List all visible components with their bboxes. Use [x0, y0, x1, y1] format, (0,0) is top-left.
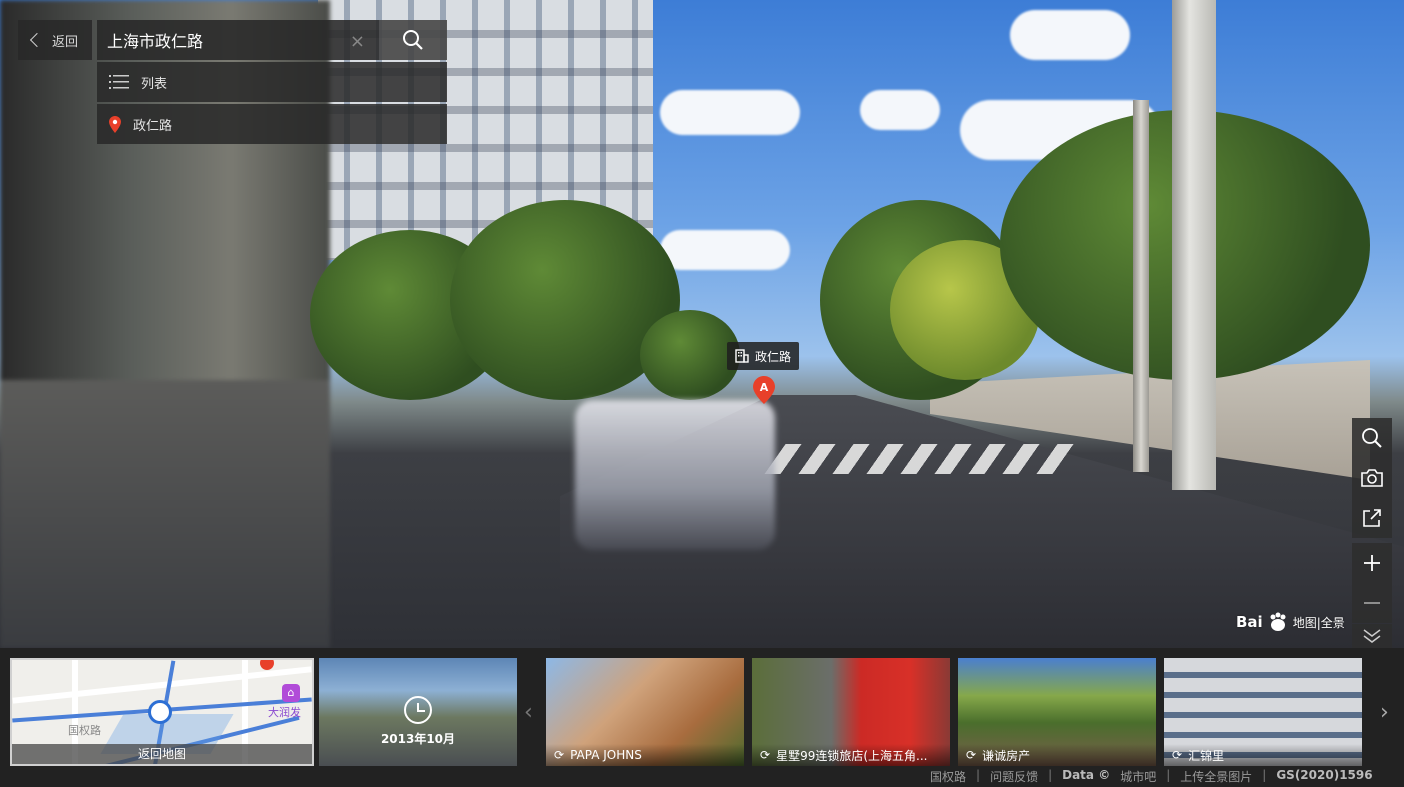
pano-360-icon: ⟳ — [554, 748, 565, 762]
sky-cloud — [860, 90, 940, 130]
list-label: 列表 — [141, 76, 168, 92]
nearby-panorama-thumbnail[interactable]: ⟳ 谦诚房产 — [958, 658, 1156, 766]
utility-pole — [1172, 0, 1216, 490]
history-panorama-thumbnail[interactable]: 2013年10月 — [319, 658, 517, 766]
footer-link-citybar[interactable]: 城市吧 — [1120, 768, 1156, 785]
divider: | — [1048, 768, 1053, 782]
current-position-icon — [148, 700, 172, 724]
map-street — [12, 666, 312, 704]
camera-button[interactable] — [1352, 458, 1392, 498]
thumbnail-title: 汇锦里 — [1188, 748, 1225, 763]
return-map-label: 返回地图 — [12, 744, 312, 764]
poi-marker-label[interactable]: 政仁路 — [727, 342, 800, 370]
share-button[interactable] — [1352, 498, 1392, 538]
camera-icon — [1361, 469, 1383, 487]
search-box: × — [97, 20, 379, 60]
pano-360-icon: ⟳ — [760, 748, 771, 762]
thumbnail-label: ⟳ PAPA JOHNS — [546, 744, 744, 766]
nearby-panorama-thumbnail[interactable]: ⟳ 汇锦里 — [1164, 658, 1362, 766]
prev-thumbnails-button[interactable]: ‹ — [524, 700, 533, 725]
divider: | — [1262, 768, 1267, 782]
back-label: 返回 — [51, 34, 78, 50]
zoom-out-button[interactable] — [1352, 583, 1392, 623]
map-poi-label: 大润发 — [268, 706, 301, 719]
thumbnail-label: ⟳ 星墅99连锁旅店(上海五角... — [752, 744, 950, 766]
shopping-bag-icon: ⌂ — [282, 684, 300, 702]
history-overlay: 2013年10月 — [319, 696, 517, 747]
footer-data-credit: Data © — [1062, 768, 1111, 782]
search-icon — [403, 30, 423, 50]
baidu-logo: Bai 地图|全景 — [1236, 612, 1345, 632]
map-street-label: 国权路 — [68, 724, 101, 737]
back-button[interactable]: 返回 — [18, 20, 92, 60]
logo-suffix: 地图|全景 — [1292, 615, 1345, 630]
search-button[interactable] — [379, 20, 447, 60]
tree — [640, 310, 740, 400]
map-marker-icon — [260, 660, 274, 670]
chevron-left-icon — [29, 32, 45, 48]
divider: | — [976, 768, 981, 782]
return-to-map-thumbnail[interactable]: ⌂ 大润发 国权路 返回地图 — [10, 658, 314, 766]
history-date: 2013年10月 — [380, 732, 456, 746]
search-nearby-button[interactable] — [1352, 418, 1392, 458]
pano-360-icon: ⟳ — [966, 748, 977, 762]
double-chevron-down-icon — [1363, 629, 1381, 643]
list-icon — [109, 75, 129, 89]
paw-icon — [1270, 612, 1286, 631]
result-label: 政仁路 — [133, 118, 173, 134]
building-icon — [735, 349, 749, 363]
footer-link-street[interactable]: 国权路 — [930, 768, 966, 785]
thumbnail-title: PAPA JOHNS — [570, 748, 642, 762]
divider: | — [1166, 768, 1171, 782]
clear-search-button[interactable]: × — [350, 31, 365, 52]
footer-links: 国权路 | 问题反馈 | Data © 城市吧 | 上传全景图片 | GS(20… — [930, 768, 1373, 785]
footer-license: GS(2020)1596 — [1276, 768, 1373, 782]
collapse-strip-button[interactable] — [1352, 624, 1392, 648]
marker-letter: A — [760, 381, 769, 394]
location-pin-icon — [109, 115, 121, 133]
search-input[interactable] — [107, 30, 337, 50]
footer-link-upload[interactable]: 上传全景图片 — [1180, 768, 1252, 785]
nearby-panorama-thumbnail[interactable]: ⟳ 星墅99连锁旅店(上海五角... — [752, 658, 950, 766]
result-item[interactable]: 政仁路 — [97, 104, 447, 144]
clock-icon — [404, 696, 432, 724]
sky-cloud — [660, 90, 800, 135]
thumbnail-title: 谦诚房产 — [982, 748, 1031, 763]
sky-cloud — [660, 230, 790, 270]
logo-brand: Bai — [1236, 613, 1263, 631]
marker-pin-icon[interactable]: A — [753, 376, 775, 404]
blurred-car — [575, 400, 775, 550]
thumbnail-label: ⟳ 汇锦里 — [1164, 744, 1362, 766]
minus-icon — [1364, 602, 1380, 604]
search-icon — [1362, 428, 1382, 448]
poi-label-text: 政仁路 — [755, 349, 792, 364]
pano-360-icon: ⟳ — [1172, 748, 1183, 762]
nearby-panorama-thumbnail[interactable]: ⟳ PAPA JOHNS — [546, 658, 744, 766]
list-toggle[interactable]: 列表 — [97, 62, 447, 102]
thumbnail-label: ⟳ 谦诚房产 — [958, 744, 1156, 766]
crosswalk — [764, 444, 1086, 474]
next-thumbnails-button[interactable]: › — [1380, 700, 1389, 725]
plus-icon — [1364, 555, 1380, 571]
zoom-in-button[interactable] — [1352, 543, 1392, 583]
footer-link-feedback[interactable]: 问题反馈 — [990, 768, 1038, 785]
sky-cloud — [1010, 10, 1130, 60]
utility-pole — [1133, 100, 1149, 472]
share-icon — [1363, 509, 1381, 527]
thumbnail-title: 星墅99连锁旅店(上海五角... — [776, 748, 928, 763]
